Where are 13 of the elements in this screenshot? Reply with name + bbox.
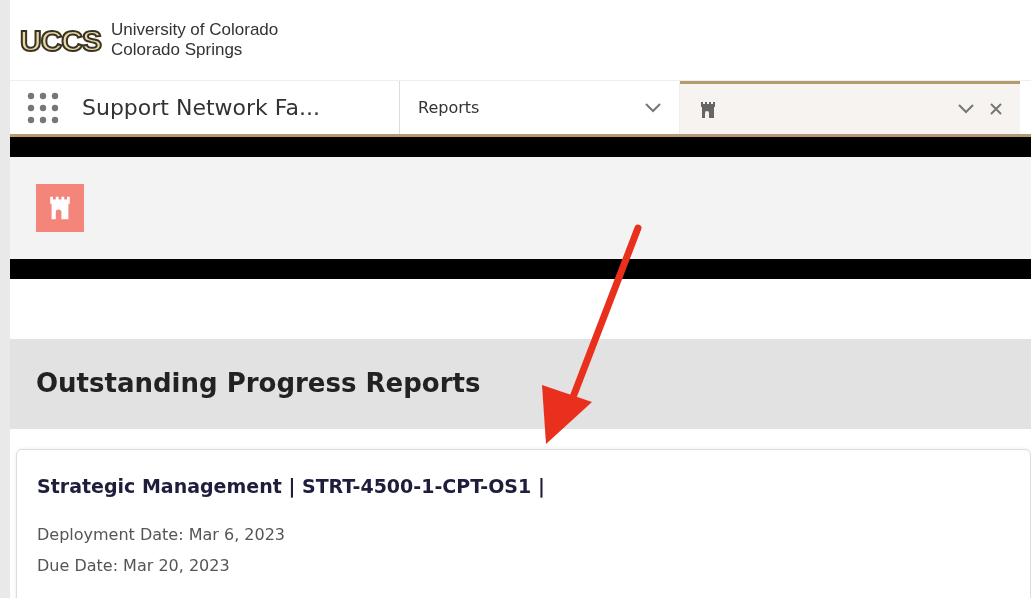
logo: UCCS [20, 22, 101, 59]
app-name: Support Network Fa... [82, 94, 320, 122]
report-date: Due Date: Mar 20, 2023 [37, 554, 231, 577]
chevron-down-icon[interactable] [958, 104, 974, 114]
section-title: Outstanding Progress Reports [36, 368, 481, 400]
castle-icon [698, 99, 718, 120]
tab[interactable] [680, 81, 1020, 134]
chevron-down-icon[interactable] [645, 102, 661, 113]
report-date: Deployment Date: Mar 6, 2023 [37, 523, 286, 546]
organization-name: University of Colorado Colorado Springs [111, 20, 279, 60]
app-launcher-icon[interactable] [26, 90, 60, 125]
report-title[interactable]: Strategic Management | STRT-4500-1-CPT-OS1 | [37, 472, 1010, 501]
close-icon[interactable] [990, 103, 1002, 115]
